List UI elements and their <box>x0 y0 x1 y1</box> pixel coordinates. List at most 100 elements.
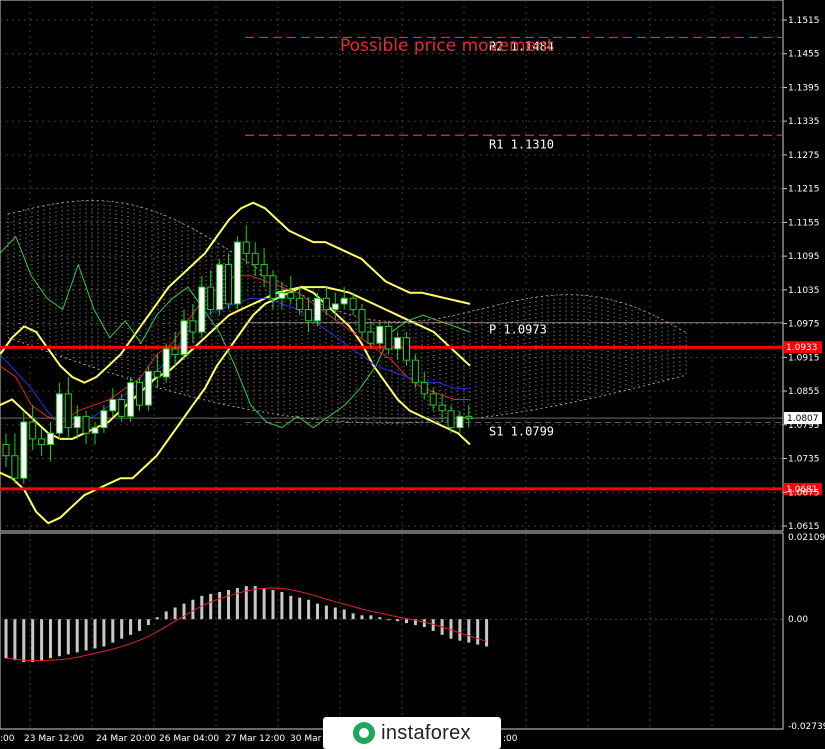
histogram-bar <box>66 619 70 655</box>
level-label-P: P 1.0973 <box>489 323 547 337</box>
histogram-bar <box>396 619 400 622</box>
candle-body <box>278 292 286 299</box>
price-tick-label: 1.0855 <box>788 387 820 397</box>
candle-body <box>144 370 152 406</box>
candle-body <box>127 382 135 417</box>
candle-body <box>403 337 410 361</box>
macd-histogram: 0.02109 0.00 -0.02739 <box>0 533 825 732</box>
histogram-bar <box>449 619 453 639</box>
instaforex-watermark: instaforex <box>323 717 501 749</box>
candle-body <box>376 325 384 344</box>
candle-body <box>136 382 143 406</box>
candle-body <box>73 415 81 429</box>
histogram-bar <box>280 591 284 620</box>
candle-body <box>385 325 393 350</box>
time-tick-label: 26 Mar 04:00 <box>159 734 219 744</box>
candle-body <box>305 309 313 322</box>
price-tick-label: 1.1455 <box>788 50 820 60</box>
price-tick-label: 1.0795 <box>788 421 820 431</box>
histogram-bar <box>227 589 230 620</box>
time-tick-label: 27 Mar 12:00 <box>225 734 285 744</box>
candle-body <box>198 286 206 333</box>
histogram-bar <box>209 593 213 620</box>
candle-body <box>260 264 268 277</box>
histogram-bar <box>351 613 355 620</box>
candle-body <box>465 415 473 419</box>
histogram-bar <box>360 615 364 620</box>
candle-body <box>109 399 117 412</box>
histogram-bar <box>307 599 311 620</box>
candle-body <box>38 438 46 445</box>
histogram-bar <box>13 619 17 661</box>
candle-body <box>64 393 72 429</box>
indicator-panel-frame <box>0 532 784 730</box>
main-panel-frame <box>0 0 784 532</box>
price-tick-label: 1.0675 <box>788 488 820 498</box>
histogram-bar <box>129 619 133 635</box>
indicator-tick-label: -0.02739 <box>788 722 825 732</box>
histogram-bar <box>84 619 88 651</box>
time-tick-label: 23 Mar 12:00 <box>24 734 84 744</box>
price-tick-label: 1.1035 <box>788 286 820 296</box>
price-tick-label: 1.1215 <box>788 185 820 195</box>
histogram-bar <box>200 595 204 620</box>
histogram-bar <box>57 619 61 657</box>
histogram-bar <box>485 619 489 647</box>
histogram-bar <box>342 609 346 620</box>
histogram-bar <box>40 619 44 661</box>
histogram-bar <box>138 619 141 631</box>
candle-body <box>314 297 321 322</box>
histogram-bar <box>387 619 391 621</box>
histogram-bar <box>22 619 26 663</box>
price-tick-label: 1.1515 <box>788 16 820 26</box>
candle-body <box>242 241 250 254</box>
candle-body <box>349 297 357 311</box>
candle-body <box>296 297 304 311</box>
level-label-R1: R1 1.1310 <box>489 137 554 151</box>
histogram-bar <box>458 619 462 641</box>
histogram-bar <box>298 597 302 620</box>
candle-body <box>153 370 161 378</box>
price-tick-label: 1.0915 <box>788 353 820 363</box>
level-label-S1: S1 1.0799 <box>489 425 554 439</box>
chart-annotation: Possible price movement <box>340 36 554 56</box>
histogram-bar <box>405 619 408 624</box>
histogram-bar <box>422 619 426 628</box>
histogram-bar <box>378 617 382 620</box>
chart-area: R2 1.1484R1 1.1310P 1.0973S1 1.07991.093… <box>0 0 825 744</box>
candle-body <box>358 309 366 333</box>
histogram-bar <box>333 607 337 620</box>
indicator-tick-label: 0.02109 <box>788 533 825 543</box>
candle-body <box>11 455 19 479</box>
candle-body <box>216 264 224 311</box>
candlesticks <box>2 225 473 484</box>
candle-body <box>189 320 197 333</box>
candle-body <box>91 427 99 434</box>
price-tick-label: 1.1335 <box>788 117 820 127</box>
price-tick-label: 1.0615 <box>788 522 820 532</box>
ichimoku-cloud <box>7 199 687 424</box>
candle-body <box>118 399 126 417</box>
watermark-text: instaforex <box>381 721 471 744</box>
cloud-span-a <box>7 199 687 333</box>
candle-body <box>269 275 277 299</box>
candle-body <box>322 297 330 311</box>
candle-body <box>233 241 241 305</box>
candle-body <box>251 252 259 266</box>
candle-body <box>2 443 10 457</box>
histogram-bar <box>191 599 195 620</box>
histogram-bar <box>102 619 106 647</box>
histogram-bar <box>120 619 124 639</box>
candle-body <box>47 432 54 445</box>
histogram-bar <box>476 619 480 645</box>
indicator-tick-label: 0.00 <box>788 615 808 625</box>
histogram-bar <box>253 586 257 620</box>
histogram-bar <box>93 619 97 649</box>
time-tick-label: 24 Mar 20:00 <box>96 734 156 744</box>
candle-body <box>225 264 232 305</box>
candle-body <box>20 421 28 479</box>
price-tick-label: 1.1155 <box>788 218 820 228</box>
price-axis: 1.1515 1.1455 1.1395 1.1335 1.1275 1.1215 1.11… <box>783 16 820 532</box>
instaforex-logo-icon <box>353 722 376 744</box>
candle-body <box>82 415 90 434</box>
